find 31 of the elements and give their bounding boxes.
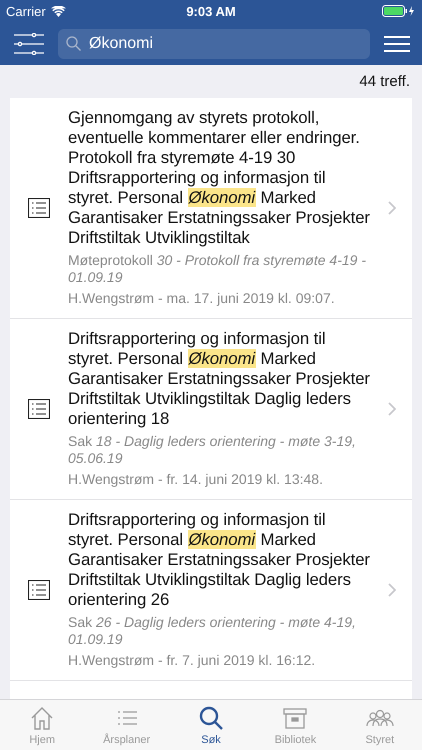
search-input[interactable]: Økonomi: [89, 34, 362, 52]
document-list-icon: [28, 398, 50, 418]
result-author: H.Wengstrøm - fr. 7. juni 2019 kl. 16:12.: [68, 652, 316, 669]
chevron-right-icon: [388, 200, 396, 214]
search-bar[interactable]: Økonomi: [58, 28, 370, 58]
battery-charging-icon: [382, 5, 416, 17]
chevron-right-icon: [388, 582, 396, 596]
tab-item[interactable]: Hjem: [0, 700, 84, 750]
result-text: Gjennomgang av styrets protokoll, eventuelle kommentarer eller endringer. Protokoll fra styremøte 4-19 30 Driftsrapportering og informasjon til styret. Personal Økonomi Marked Garantisaker Erstatningssaker Prosjekter Driftstiltak Utviklingstiltak: [68, 108, 371, 248]
search-icon: [198, 704, 224, 730]
tab-item[interactable]: Søk: [168, 700, 254, 750]
result-count: 44 treff.: [359, 73, 410, 90]
result-source: Sak 18 - Daglig leders orientering - møte 3-19, 05.06.19: [68, 433, 357, 467]
result-text: Driftsrapportering og informasjon til styret. Personal Økonomi Marked Garantisaker Erstatningssaker Prosjekter Driftstiltak Utviklingstiltak Daglig leders orientering 18: [68, 329, 371, 429]
tab-item[interactable]: Styret: [338, 700, 422, 750]
result-author: H.Wengstrøm - ma. 17. juni 2019 kl. 09:07.: [68, 290, 336, 307]
tab-item[interactable]: Årsplaner: [84, 700, 169, 750]
menu-icon[interactable]: [384, 34, 410, 52]
result-text: Driftsrapportering og informasjon til styret. Personal Økonomi Marked Garantisaker Erstatningssaker Prosjekter Driftstiltak Utviklingstiltak Daglig leders orientering 26: [68, 510, 371, 610]
result-author: H.Wengstrøm - fr. 14. juni 2019 kl. 13:48.: [68, 471, 324, 488]
result-source: Møteprotokoll 30 - Protokoll fra styremøte 4-19 - 01.09.19: [68, 252, 367, 286]
tab-item[interactable]: Bibliotek: [253, 700, 338, 750]
chevron-right-icon: [388, 402, 396, 416]
wifi-icon: [50, 6, 66, 16]
filter-sliders-icon[interactable]: [14, 32, 44, 54]
carrier-label: Carrier: [6, 4, 46, 18]
result-source: Sak 26 - Daglig leders orientering - møte 4-19, 01.09.19: [68, 614, 357, 648]
status-time: 9:03 AM: [186, 4, 236, 18]
document-list-icon: [28, 198, 50, 218]
document-list-icon: [28, 580, 50, 600]
search-icon: [66, 36, 81, 51]
